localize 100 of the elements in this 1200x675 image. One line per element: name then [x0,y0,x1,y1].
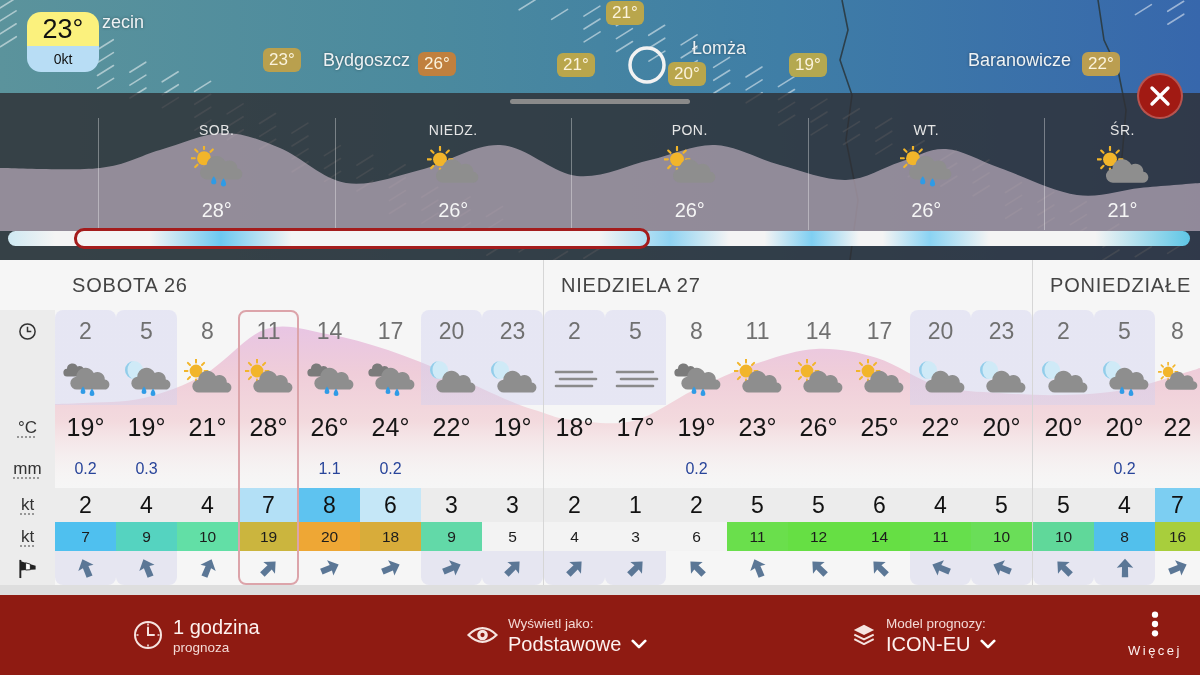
hour-label: 5 [1118,317,1131,345]
temperature-value: 19° [127,413,166,442]
hour-column[interactable]: 11 23° 5 11 [727,310,788,585]
temperature-value: 20° [1044,413,1083,442]
wind-speed-value: 5 [727,488,788,522]
wind-speed-value: 4 [1094,488,1155,522]
wind-gust-value: 7 [55,522,116,551]
more-vertical-icon [1151,611,1159,637]
wind-speed-value: 4 [116,488,177,522]
hour-label: 11 [256,317,281,345]
wind-speed-value: 4 [177,488,238,522]
wind-speed-value: 2 [544,488,605,522]
wind-speed-value: 1 [605,488,666,522]
hour-column[interactable]: 23 20° 5 10 [971,310,1032,585]
display-mode-dropdown[interactable]: Wyświetl jako: Podstawowe [467,614,648,656]
hour-label: 5 [140,317,153,345]
precipitation-value: 0.2 [379,460,402,478]
hour-column[interactable]: 14 26° 5 12 [788,310,849,585]
wind-speed-value: 6 [360,488,421,522]
hour-label: 17 [377,317,404,345]
chevron-down-icon [631,638,648,649]
wind-speed-value: 7 [238,488,299,522]
hour-label: 5 [629,317,642,345]
wind-gust-value: 10 [177,522,238,551]
hour-column[interactable]: 8 22 7 16 [1155,310,1200,585]
wind-gust-value: 20 [299,522,360,551]
temperature-value: 24° [371,413,410,442]
wind-speed-value: 4 [910,488,971,522]
wind-speed-value: 3 [482,488,543,522]
precipitation-value: 0.2 [74,460,97,478]
layers-icon [852,623,876,647]
wind-speed-value: 8 [299,488,360,522]
gust-unit-label[interactable]: kt [20,526,35,547]
temperature-value: 22 [1163,413,1192,442]
temperature-value: 26° [310,413,349,442]
hour-label: 8 [201,317,214,345]
forecast-step-button[interactable]: 1 godzina prognoza [133,614,260,656]
hour-label: 11 [745,317,770,345]
wind-unit-label[interactable]: kt [20,495,35,515]
precipitation-value: 1.1 [318,460,341,478]
hour-column[interactable]: 5 20° 0.2 4 8 [1094,310,1155,585]
hour-label: 14 [316,317,343,345]
hour-label: 23 [988,317,1015,345]
more-button[interactable]: Więcej [1128,611,1182,659]
wind-gust-value: 10 [1033,522,1094,551]
hour-column[interactable]: 5 19° 0.3 4 9 [116,310,177,585]
temperature-value: 19° [493,413,532,442]
hour-column[interactable]: 8 19° 0.2 2 6 [666,310,727,585]
wind-gust-value: 18 [360,522,421,551]
hour-label: 2 [568,317,581,345]
temperature-value: 20° [1105,413,1144,442]
precipitation-unit-label[interactable]: mm [13,459,42,479]
wind-speed-value: 2 [666,488,727,522]
clock-icon [133,620,163,650]
wind-gust-value: 11 [910,522,971,551]
day-heading: SOBOTA 26 [72,273,188,297]
wind-speed-value: 5 [1033,488,1094,522]
wind-gust-value: 12 [788,522,849,551]
forecast-model-dropdown[interactable]: Model prognozy: ICON-EU [852,614,997,656]
hour-column[interactable]: 14 26° 1.1 8 20 [299,310,360,585]
chevron-down-icon [980,638,997,649]
temperature-value: 21° [188,413,227,442]
wind-speed-value: 6 [849,488,910,522]
hour-column[interactable]: 5 17° 1 3 [605,310,666,585]
wind-speed-value: 5 [971,488,1032,522]
temperature-value: 22° [432,413,471,442]
hour-label: 8 [690,317,703,345]
hour-column[interactable]: 23 19° 3 5 [482,310,543,585]
precipitation-value: 0.2 [1113,460,1136,478]
hour-column[interactable]: 2 20° 5 10 [1033,310,1094,585]
wind-gust-value: 16 [1155,522,1200,551]
temperature-value: 17° [616,413,655,442]
hour-column[interactable]: 11 28° 7 19 [238,310,299,585]
hour-label: 23 [499,317,526,345]
precipitation-value: 0.2 [685,460,708,478]
wind-speed-value: 5 [788,488,849,522]
hour-label: 17 [866,317,893,345]
wind-gust-value: 14 [849,522,910,551]
hour-label: 2 [1057,317,1070,345]
wind-gust-value: 8 [1094,522,1155,551]
hour-column[interactable]: 2 19° 0.2 2 7 [55,310,116,585]
temperature-value: 28° [249,413,288,442]
temperature-value: 19° [677,413,716,442]
hour-column[interactable]: 20 22° 4 11 [910,310,971,585]
hour-column[interactable]: 8 21° 4 10 [177,310,238,585]
temperature-unit-label[interactable]: °C [17,417,38,438]
hour-column[interactable]: 2 18° 2 4 [544,310,605,585]
hour-column[interactable]: 17 25° 6 14 [849,310,910,585]
temperature-value: 26° [799,413,838,442]
eye-icon [467,625,498,645]
wind-gust-value: 9 [116,522,177,551]
hour-label: 20 [438,317,465,345]
hour-label: 14 [805,317,832,345]
hour-column[interactable]: 20 22° 3 9 [421,310,482,585]
temperature-value: 25° [860,413,899,442]
wind-gust-value: 10 [971,522,1032,551]
temperature-value: 18° [555,413,594,442]
precipitation-value: 0.3 [135,460,158,478]
hour-column[interactable]: 17 24° 0.2 6 18 [360,310,421,585]
temperature-value: 19° [66,413,105,442]
